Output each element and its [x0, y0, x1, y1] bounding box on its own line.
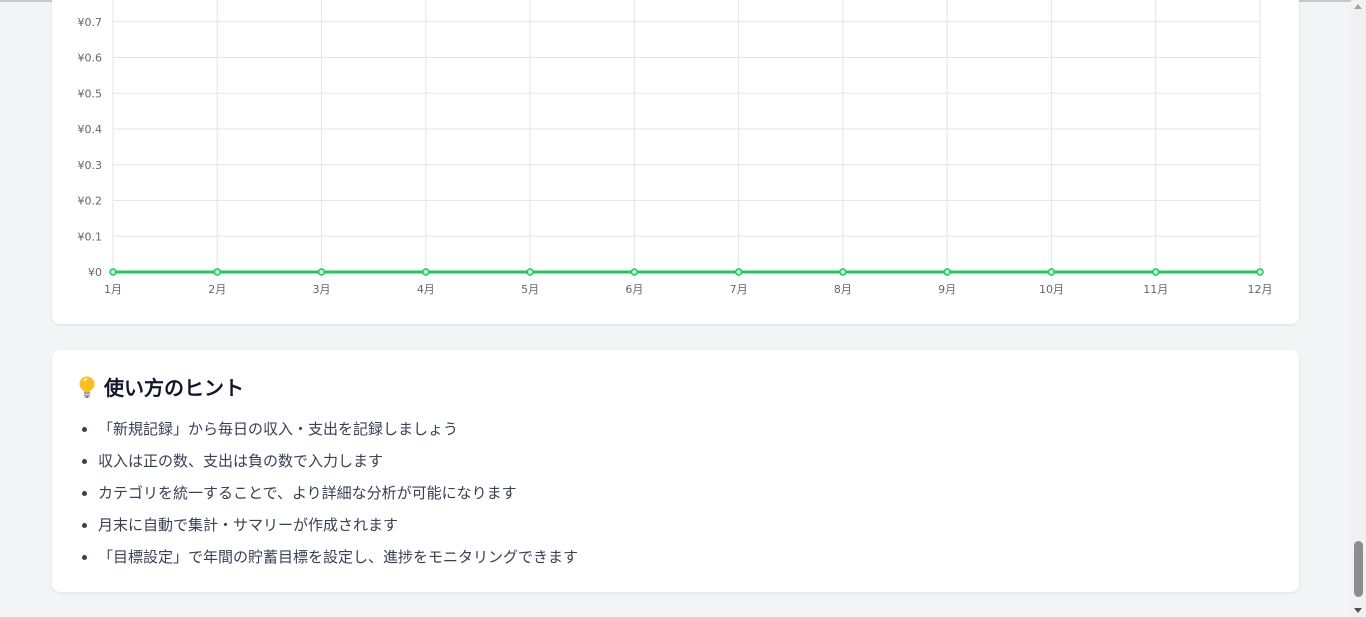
tip-item: 「新規記録」から毎日の収入・支出を記録しましょう	[98, 416, 578, 448]
x-tick-label: 5月	[521, 283, 539, 296]
x-tick-label: 12月	[1248, 283, 1273, 296]
y-tick-label: ¥0.1	[78, 230, 103, 243]
tip-item: カテゴリを統一することで、より詳細な分析が可能になります	[98, 480, 578, 512]
y-tick-label: ¥0.7	[78, 16, 103, 29]
data-point	[1256, 268, 1264, 276]
vertical-scrollbar[interactable]	[1351, 0, 1366, 617]
x-tick-label: 6月	[625, 283, 643, 296]
tip-item: 月末に自動で集計・サマリーが作成されます	[98, 512, 578, 544]
tip-item: 「目標設定」で年間の貯蓄目標を設定し、進捗をモニタリングできます	[98, 544, 578, 576]
tips-list: 「新規記録」から毎日の収入・支出を記録しましょう 収入は正の数、支出は負の数で入…	[98, 416, 578, 576]
data-point	[630, 268, 639, 276]
y-tick-label: ¥0	[88, 266, 102, 279]
scroll-up-arrow-icon[interactable]	[1354, 4, 1362, 9]
data-point	[317, 268, 326, 276]
data-point	[1151, 268, 1160, 276]
data-point	[109, 268, 117, 276]
y-tick-label: ¥0.3	[78, 159, 103, 172]
tip-item: 収入は正の数、支出は負の数で入力します	[98, 448, 578, 480]
x-tick-label: 8月	[834, 283, 852, 296]
x-tick-label: 3月	[313, 283, 331, 296]
x-tick-label: 7月	[730, 283, 748, 296]
y-tick-label: ¥0.2	[78, 195, 103, 208]
monthly-chart-card: ¥0¥0.1¥0.2¥0.3¥0.4¥0.5¥0.6¥0.7¥0.81月2月3月…	[52, 0, 1299, 324]
data-point	[839, 268, 847, 276]
x-tick-label: 9月	[938, 283, 956, 296]
data-point	[943, 268, 951, 276]
data-point	[1047, 268, 1056, 276]
scrollbar-thumb[interactable]	[1354, 541, 1363, 597]
tips-card: 使い方のヒント 「新規記録」から毎日の収入・支出を記録しましょう 収入は正の数、…	[52, 350, 1299, 592]
data-point	[422, 268, 430, 276]
x-tick-label: 2月	[208, 283, 226, 296]
data-point	[734, 268, 743, 276]
lightbulb-icon	[76, 375, 98, 399]
data-point	[213, 268, 222, 276]
y-tick-label: ¥0.6	[78, 52, 103, 65]
x-tick-label: 11月	[1143, 283, 1168, 296]
x-tick-label: 1月	[104, 283, 122, 296]
data-point	[526, 268, 534, 276]
x-tick-label: 4月	[417, 283, 435, 296]
monthly-line-chart: ¥0¥0.1¥0.2¥0.3¥0.4¥0.5¥0.6¥0.7¥0.81月2月3月…	[78, 0, 1273, 296]
x-tick-label: 10月	[1039, 283, 1064, 296]
y-tick-label: ¥0.5	[78, 87, 103, 100]
scroll-down-arrow-icon[interactable]	[1354, 608, 1362, 613]
y-tick-label: ¥0.4	[78, 123, 103, 136]
tips-title-text: 使い方のヒント	[104, 376, 244, 400]
tips-heading: 使い方のヒント	[76, 372, 244, 401]
